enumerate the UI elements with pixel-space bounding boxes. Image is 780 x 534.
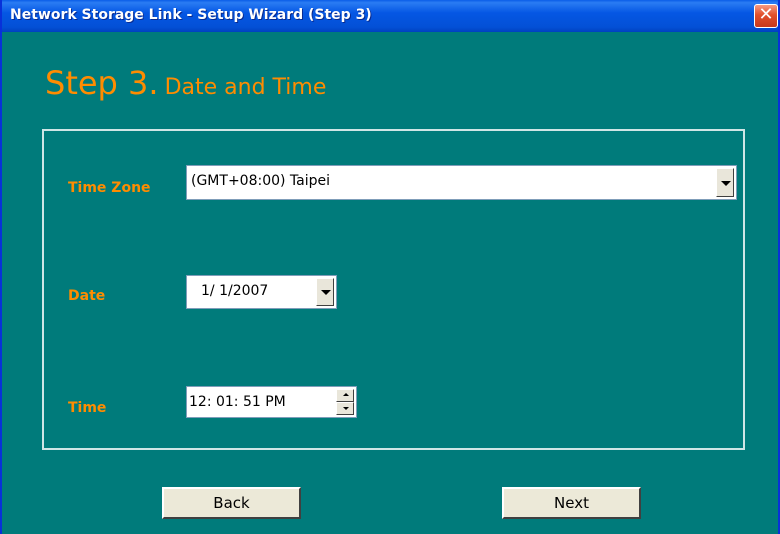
chevron-down-icon	[321, 290, 331, 295]
back-button[interactable]: Back	[162, 487, 301, 519]
time-value: 12: 01: 51 PM	[189, 394, 286, 410]
time-zone-value: (GMT+08:00) Taipei	[191, 173, 331, 189]
date-label: Date	[68, 288, 106, 304]
chevron-up-icon	[343, 393, 349, 396]
time-zone-select[interactable]: (GMT+08:00) Taipei	[186, 165, 737, 200]
time-spin-buttons	[336, 389, 354, 415]
time-zone-dropdown-button[interactable]	[716, 168, 734, 197]
time-spinner[interactable]: 12: 01: 51 PM	[186, 386, 357, 418]
close-button[interactable]: ✕	[754, 4, 778, 28]
chevron-down-icon	[721, 180, 731, 186]
window-title: Network Storage Link - Setup Wizard (Ste…	[10, 7, 372, 23]
next-button[interactable]: Next	[502, 487, 641, 519]
page-heading: Step 3. Date and Time	[45, 64, 326, 102]
close-icon: ✕	[758, 4, 774, 25]
step-subtitle: Date and Time	[164, 75, 327, 100]
date-dropdown-button[interactable]	[316, 278, 334, 306]
setup-wizard-window: Network Storage Link - Setup Wizard (Ste…	[0, 0, 780, 534]
time-zone-label: Time Zone	[68, 180, 151, 196]
time-increment-button[interactable]	[336, 389, 354, 402]
chevron-down-icon	[343, 407, 349, 410]
title-bar[interactable]: Network Storage Link - Setup Wizard (Ste…	[2, 0, 778, 32]
date-value: 1/ 1/2007	[201, 283, 269, 299]
time-decrement-button[interactable]	[336, 402, 354, 415]
time-label: Time	[68, 400, 107, 416]
date-picker[interactable]: 1/ 1/2007	[186, 275, 337, 309]
step-number: Step 3.	[45, 64, 159, 102]
